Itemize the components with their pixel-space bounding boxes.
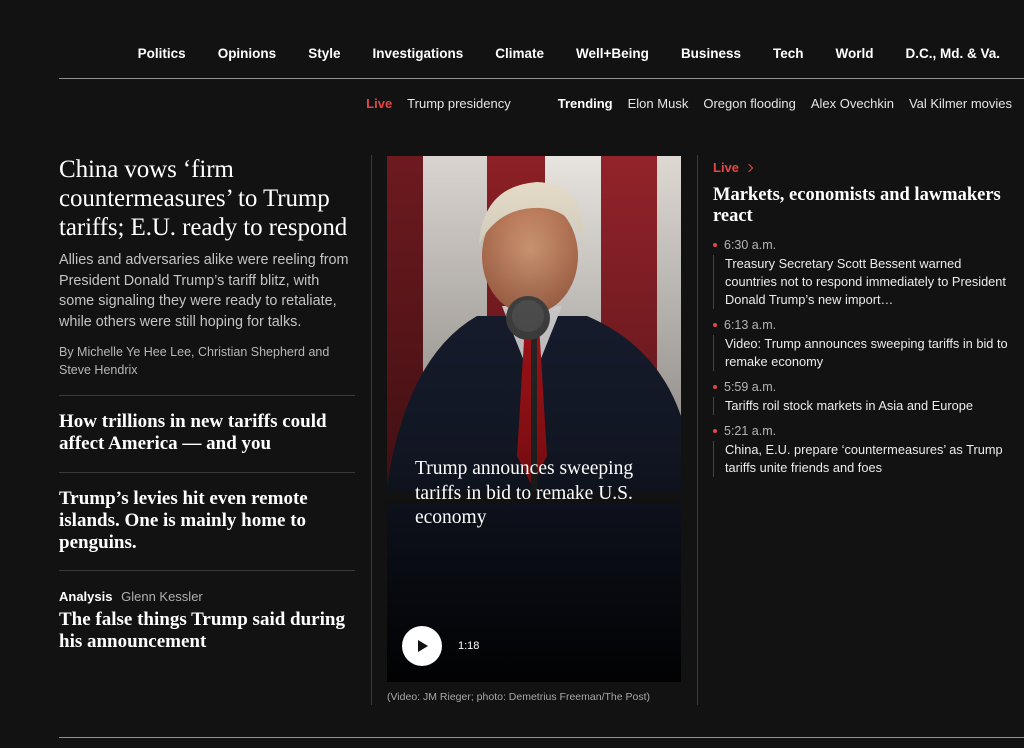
live-link-label: Live	[713, 160, 740, 175]
nav-item-climate[interactable]: Climate	[495, 46, 544, 61]
nav-item-well-being[interactable]: Well+Being	[576, 46, 649, 61]
story-headline[interactable]: How trillions in new tariffs could affec…	[59, 411, 355, 455]
lead-headline[interactable]: China vows ‘firm countermeasures’ to Tru…	[59, 155, 355, 242]
lead-byline: By Michelle Ye Hee Lee, Christian Shephe…	[59, 345, 330, 377]
section-nav: Politics Opinions Style Investigations C…	[59, 0, 1024, 79]
timeline-text[interactable]: China, E.U. prepare ‘countermeasures’ as…	[713, 441, 1013, 477]
timeline-time-wrap: 6:30 a.m.	[713, 237, 1013, 253]
nav-item-politics[interactable]: Politics	[138, 46, 186, 61]
divider	[59, 570, 355, 571]
chevron-right-icon	[744, 163, 754, 172]
column-divider	[697, 155, 698, 705]
timeline-text[interactable]: Tariffs roil stock markets in Asia and E…	[713, 397, 1013, 415]
live-timeline: 6:30 a.m. Treasury Secretary Scott Besse…	[713, 237, 1013, 477]
nav-item-opinions[interactable]: Opinions	[218, 46, 277, 61]
timeline-text[interactable]: Video: Trump announces sweeping tariffs …	[713, 335, 1013, 371]
analysis-kicker: Analysis	[59, 589, 113, 604]
timeline-time: 5:59 a.m.	[724, 380, 777, 394]
trending-item[interactable]: Val Kilmer movies	[909, 96, 1012, 111]
video-thumbnail	[387, 156, 681, 682]
video-headline[interactable]: Trump announces sweeping tariffs in bid …	[415, 457, 665, 531]
column-divider	[371, 155, 372, 705]
divider	[59, 472, 355, 473]
trending-item[interactable]: Elon Musk	[628, 96, 689, 111]
timeline-dot	[713, 323, 717, 327]
timeline-text[interactable]: Treasury Secretary Scott Bessent warned …	[713, 255, 1013, 309]
live-topic-link[interactable]: Trump presidency	[407, 96, 511, 111]
timeline-dot	[713, 385, 717, 389]
timeline-time-wrap: 6:13 a.m.	[713, 317, 1013, 333]
timeline-entry: 6:13 a.m. Video: Trump announces sweepin…	[713, 317, 1013, 371]
nav-item-tech[interactable]: Tech	[773, 46, 804, 61]
timeline-time: 6:30 a.m.	[724, 238, 777, 252]
timeline-entry: 5:21 a.m. China, E.U. prepare ‘counterme…	[713, 423, 1013, 477]
timeline-time-wrap: 5:21 a.m.	[713, 423, 1013, 439]
live-updates-panel: Live Markets, economists and lawmakers r…	[713, 159, 1013, 477]
play-icon	[418, 640, 428, 652]
lead-story-column: China vows ‘firm countermeasures’ to Tru…	[59, 155, 355, 653]
trending-item[interactable]: Alex Ovechkin	[811, 96, 894, 111]
timeline-time: 6:13 a.m.	[724, 318, 777, 332]
divider	[59, 395, 355, 396]
timeline-time: 5:21 a.m.	[724, 424, 777, 438]
timeline-dot	[713, 429, 717, 433]
video-caption: (Video: JM Rieger; photo: Demetrius Free…	[387, 691, 650, 703]
story-headline[interactable]: Trump’s levies hit even remote islands. …	[59, 488, 355, 554]
video-player[interactable]: Trump announces sweeping tariffs in bid …	[387, 156, 681, 682]
video-duration: 1:18	[458, 640, 480, 652]
nav-item-world[interactable]: World	[835, 46, 873, 61]
trending-item[interactable]: Oregon flooding	[703, 96, 796, 111]
live-title[interactable]: Markets, economists and lawmakers react	[713, 185, 1013, 227]
page: Politics Opinions Style Investigations C…	[0, 0, 1024, 748]
trending-bar: Live Trump presidency Trending Elon Musk…	[366, 95, 1012, 111]
timeline-dot	[713, 243, 717, 247]
nav-item-investigations[interactable]: Investigations	[372, 46, 463, 61]
live-label: Live	[366, 95, 393, 111]
play-button[interactable]	[402, 626, 442, 666]
lead-blurb: Allies and adversaries alike were reelin…	[59, 252, 349, 330]
analysis-label-row: Analysis Glenn Kessler	[59, 589, 355, 604]
live-link[interactable]: Live	[713, 160, 754, 175]
timeline-time-wrap: 5:59 a.m.	[713, 379, 1013, 395]
nav-item-style[interactable]: Style	[308, 46, 340, 61]
nav-item-business[interactable]: Business	[681, 46, 741, 61]
story-headline[interactable]: The false things Trump said during his a…	[59, 609, 355, 653]
timeline-entry: 5:59 a.m. Tariffs roil stock markets in …	[713, 379, 1013, 415]
nav-item-dc-md-va[interactable]: D.C., Md. & Va.	[905, 46, 1000, 61]
bottom-divider	[59, 737, 1024, 738]
analysis-author[interactable]: Glenn Kessler	[121, 589, 203, 604]
trending-label: Trending	[557, 95, 613, 111]
timeline-entry: 6:30 a.m. Treasury Secretary Scott Besse…	[713, 237, 1013, 309]
